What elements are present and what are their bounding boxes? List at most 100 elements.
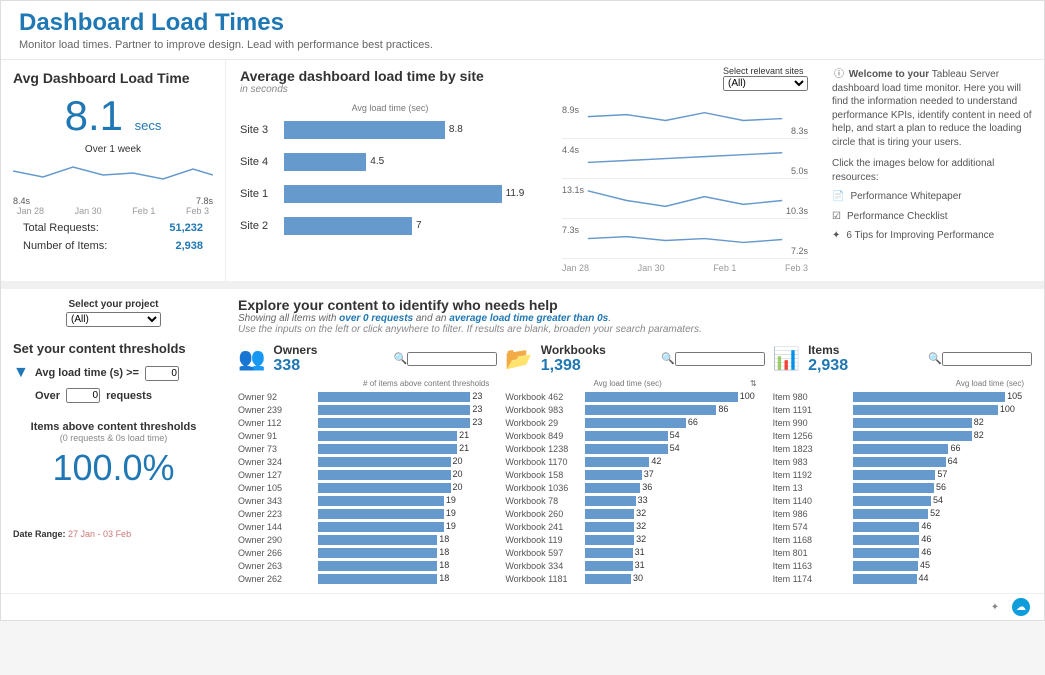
page-title: Dashboard Load Times	[19, 9, 1026, 37]
data-row[interactable]: Item 116846	[773, 533, 1032, 546]
data-row[interactable]: Owner 12720	[238, 468, 497, 481]
data-row[interactable]: Owner 11223	[238, 416, 497, 429]
data-row[interactable]: Workbook 11932	[505, 533, 764, 546]
site-lines[interactable]: 8.9s8.3s4.4s5.0s13.1s10.3s7.3s7.2s Jan 2…	[562, 103, 808, 273]
data-row[interactable]: Workbook 24132	[505, 520, 764, 533]
avg-load-input[interactable]	[145, 366, 179, 381]
data-row[interactable]: Owner 7321	[238, 442, 497, 455]
workbooks-chart[interactable]: Workbook 462100Workbook 98386Workbook 29…	[505, 390, 764, 585]
data-row[interactable]: Workbook 103636	[505, 481, 764, 494]
project-select[interactable]: (All)	[66, 312, 161, 327]
data-row[interactable]: Workbook 98386	[505, 403, 764, 416]
owners-column: 👥 Owners338 🔍 # of items above content t…	[238, 343, 497, 585]
folder-icon: 📂	[505, 346, 532, 372]
data-row[interactable]: Owner 9121	[238, 429, 497, 442]
data-row[interactable]: Item 116345	[773, 559, 1032, 572]
resource-icon: ✦	[832, 229, 840, 243]
info-panel: ⓘ Welcome to your Tableau Server dashboa…	[822, 60, 1044, 281]
workbooks-column: 📂 Workbooks1,398 🔍 Avg load time (sec)⇅ …	[505, 343, 764, 585]
data-row[interactable]: Owner 26218	[238, 572, 497, 585]
above-label: Items above content thresholds	[13, 421, 214, 433]
resource-link[interactable]: ☑Performance Checklist	[832, 210, 1034, 224]
items-column: 📊 Items2,938 🔍 Avg load time (sec) Item …	[773, 343, 1032, 585]
data-row[interactable]: Item 99082	[773, 416, 1032, 429]
site-bar-row[interactable]: Site 27	[240, 213, 540, 239]
explore-title: Explore your content to identify who nee…	[238, 297, 1032, 313]
row-top: Avg Dashboard Load Time 8.1 secs Over 1 …	[1, 60, 1044, 289]
data-row[interactable]: Item 1356	[773, 481, 1032, 494]
data-row[interactable]: Item 182366	[773, 442, 1032, 455]
search-icon: 🔍	[928, 353, 942, 365]
threshold-loadtime: ▼ Avg load time (s) >=	[13, 364, 214, 382]
data-row[interactable]: Item 114054	[773, 494, 1032, 507]
data-row[interactable]: Owner 10520	[238, 481, 497, 494]
site-line[interactable]: 8.9s8.3s	[562, 103, 808, 139]
data-row[interactable]: Owner 23923	[238, 403, 497, 416]
data-row[interactable]: Workbook 59731	[505, 546, 764, 559]
owners-search[interactable]	[407, 352, 497, 366]
data-row[interactable]: Item 98364	[773, 455, 1032, 468]
site-bar-row[interactable]: Site 38.8	[240, 117, 540, 143]
data-row[interactable]: Workbook 118130	[505, 572, 764, 585]
sort-icon[interactable]: ⇅	[750, 379, 757, 388]
data-row[interactable]: Owner 14419	[238, 520, 497, 533]
data-row[interactable]: Owner 26318	[238, 559, 497, 572]
resource-link[interactable]: 📄Performance Whitepaper	[832, 190, 1034, 204]
data-row[interactable]: Workbook 2966	[505, 416, 764, 429]
owners-chart[interactable]: Owner 9223Owner 23923Owner 11223Owner 91…	[238, 390, 497, 585]
header: Dashboard Load Times Monitor load times.…	[1, 1, 1044, 60]
site-filter-select[interactable]: (All)	[723, 76, 808, 91]
kpi-value: 8.1 secs	[13, 92, 213, 140]
data-row[interactable]: Item 80146	[773, 546, 1032, 559]
data-row[interactable]: Item 1191100	[773, 403, 1032, 416]
kpi-items: Number of Items:2,938	[13, 240, 213, 252]
data-row[interactable]: Workbook 84954	[505, 429, 764, 442]
info-icon: ⓘ	[832, 68, 846, 82]
site-line[interactable]: 7.3s7.2s	[562, 223, 808, 259]
data-row[interactable]: Owner 29018	[238, 533, 497, 546]
data-row[interactable]: Workbook 15837	[505, 468, 764, 481]
above-sub: (0 requests & 0s load time)	[13, 433, 214, 443]
data-row[interactable]: Workbook 33431	[505, 559, 764, 572]
footer: ✦ ☁	[1, 593, 1044, 620]
kpi-panel: Avg Dashboard Load Time 8.1 secs Over 1 …	[1, 60, 226, 281]
data-row[interactable]: Item 125682	[773, 429, 1032, 442]
data-row[interactable]: Workbook 462100	[505, 390, 764, 403]
data-row[interactable]: Item 98652	[773, 507, 1032, 520]
resource-link[interactable]: ✦6 Tips for Improving Performance	[832, 229, 1034, 243]
data-row[interactable]: Owner 32420	[238, 455, 497, 468]
site-bars[interactable]: Avg load time (sec) Site 38.8Site 44.5Si…	[240, 103, 540, 273]
data-row[interactable]: Workbook 117042	[505, 455, 764, 468]
data-row[interactable]: Owner 22319	[238, 507, 497, 520]
requests-input[interactable]	[66, 388, 100, 403]
explore-sub: Showing all items with over 0 requests a…	[238, 313, 1032, 324]
salesforce-icon[interactable]: ☁	[1012, 598, 1030, 616]
search-icon: 🔍	[661, 353, 675, 365]
workbooks-search[interactable]	[675, 352, 765, 366]
data-row[interactable]: Owner 34319	[238, 494, 497, 507]
items-chart[interactable]: Item 980105Item 1191100Item 99082Item 12…	[773, 390, 1032, 585]
above-value: 100.0%	[13, 447, 214, 489]
items-search[interactable]	[942, 352, 1032, 366]
kpi-title: Avg Dashboard Load Time	[13, 70, 213, 86]
thresholds-title: Set your content thresholds	[13, 341, 214, 356]
site-bar-row[interactable]: Site 111.9	[240, 181, 540, 207]
data-row[interactable]: Item 57446	[773, 520, 1032, 533]
kpi-requests: Total Requests:51,232	[13, 222, 213, 234]
data-row[interactable]: Workbook 7833	[505, 494, 764, 507]
spark-axis: Jan 28Jan 30Feb 1Feb 3	[13, 206, 213, 216]
data-row[interactable]: Item 980105	[773, 390, 1032, 403]
data-row[interactable]: Item 119257	[773, 468, 1032, 481]
data-row[interactable]: Workbook 26032	[505, 507, 764, 520]
site-bar-row[interactable]: Site 44.5	[240, 149, 540, 175]
search-icon: 🔍	[394, 353, 408, 365]
data-row[interactable]: Owner 26618	[238, 546, 497, 559]
site-line[interactable]: 4.4s5.0s	[562, 143, 808, 179]
threshold-requests: Over requests	[13, 388, 214, 403]
data-row[interactable]: Workbook 123854	[505, 442, 764, 455]
data-row[interactable]: Item 117444	[773, 572, 1032, 585]
site-line[interactable]: 13.1s10.3s	[562, 183, 808, 219]
tableau-icon[interactable]: ✦	[986, 598, 1004, 616]
data-row[interactable]: Owner 9223	[238, 390, 497, 403]
page-subtitle: Monitor load times. Partner to improve d…	[19, 39, 1026, 51]
